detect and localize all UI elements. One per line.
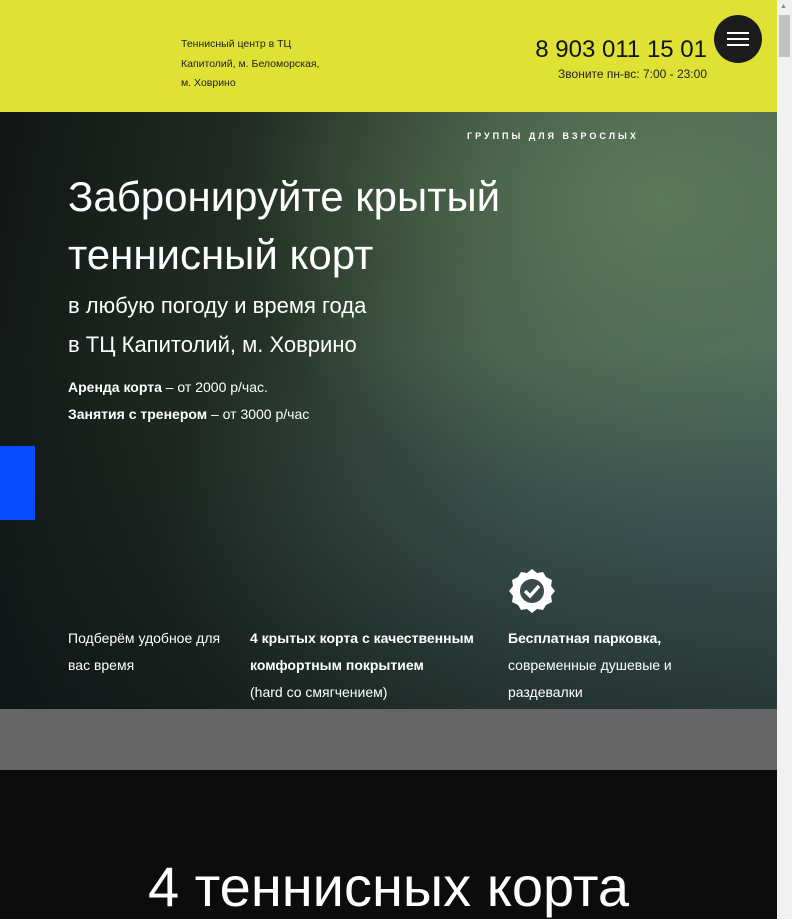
feature-text: (hard со смягчением)	[250, 684, 388, 700]
phone-link[interactable]: 8 903 011 15 01	[535, 36, 707, 64]
courts-section: 4 теннисных корта	[0, 770, 777, 919]
address: Теннисный центр в ТЦ Капитолий, м. Белом…	[181, 35, 331, 94]
hero-kicker[interactable]: ГРУППЫ ДЛЯ ВЗРОСЛЫХ	[467, 131, 639, 141]
divider-band	[0, 709, 777, 770]
hero-subtitle: в любую погоду и время года в ТЦ Капитол…	[68, 286, 366, 364]
feature-bold: 4 крытых корта с качественным комфортным…	[250, 630, 474, 673]
feature-courts: 4 крытых корта с качественным комфортным…	[250, 625, 480, 706]
prices: Аренда корта – от 2000 р/час. Занятия с …	[68, 374, 309, 428]
menu-button[interactable]	[714, 15, 762, 63]
feature-time: Подберём удобное для вас время	[68, 630, 221, 673]
address-line: Теннисный центр в ТЦ	[181, 38, 292, 50]
check-badge-icon	[509, 569, 555, 613]
feature-text: современные душевые и раздевалки	[508, 657, 672, 700]
subtitle-line: в ТЦ Капитолий, м. Ховрино	[68, 332, 357, 357]
price-label: Занятия с тренером	[68, 406, 208, 422]
feature-parking: Бесплатная парковка, современные душевые …	[508, 625, 678, 706]
header: Теннисный центр в ТЦ Капитолий, м. Белом…	[0, 0, 777, 112]
feature-bold: Бесплатная парковка,	[508, 630, 662, 646]
side-widget-button[interactable]	[0, 446, 35, 520]
price-label: Аренда корта	[68, 379, 162, 395]
price-value: – от 3000 р/час	[207, 406, 310, 422]
price-value: – от 2000 р/час.	[161, 379, 268, 395]
hamburger-icon	[727, 32, 749, 34]
scrollbar-thumb[interactable]	[779, 15, 790, 57]
hero-title: Забронируйте крытый теннисный корт	[68, 173, 501, 278]
scrollbar[interactable]	[777, 0, 792, 919]
working-hours: Звоните пн-вс: 7:00 - 23:00	[558, 67, 707, 81]
hero-section: ГРУППЫ ДЛЯ ВЗРОСЛЫХ Забронируйте крытый …	[0, 112, 777, 709]
address-line: м. Ховрино	[181, 77, 236, 89]
section-title: 4 теннисных корта	[147, 855, 630, 918]
address-line: Капитолий, м. Беломорская,	[181, 57, 320, 70]
subtitle-line: в любую погоду и время года	[68, 293, 367, 318]
scroll-up-icon[interactable]: ▲	[780, 3, 787, 10]
